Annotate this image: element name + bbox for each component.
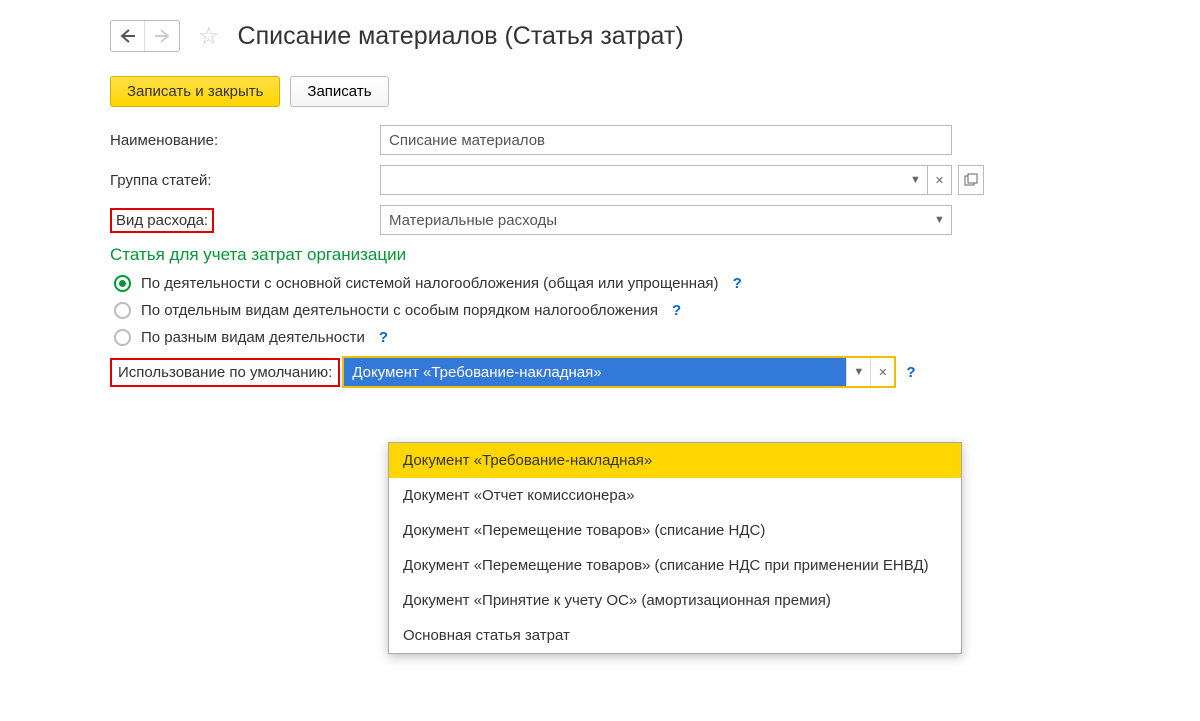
help-icon[interactable]: ? — [733, 275, 742, 292]
help-icon[interactable]: ? — [672, 302, 681, 319]
usage-label-wrap: Использование по умолчанию: — [110, 358, 340, 387]
usage-label: Использование по умолчанию: — [118, 364, 332, 381]
usage-value: Документ «Требование-накладная» — [352, 364, 601, 381]
dropdown-item[interactable]: Документ «Принятие к учету ОС» (амортиза… — [389, 583, 961, 618]
row-expense-type: Вид расхода: Материальные расходы ▼ — [110, 205, 1180, 235]
dropdown-item[interactable]: Документ «Перемещение товаров» (списание… — [389, 548, 961, 583]
usage-dropdown-btn[interactable]: ▼ — [846, 358, 870, 386]
save-close-button[interactable]: Записать и закрыть — [110, 76, 280, 107]
section-title: Статья для учета затрат организации — [110, 245, 1180, 265]
group-input[interactable] — [380, 165, 904, 195]
page-title: Списание материалов (Статья затрат) — [238, 22, 684, 51]
expense-type-label-wrap: Вид расхода: — [110, 208, 380, 233]
group-label: Группа статей: — [110, 172, 380, 189]
row-usage: Использование по умолчанию: Документ «Тр… — [110, 356, 1180, 388]
radio-1-label: По деятельности с основной системой нало… — [141, 275, 719, 292]
dropdown-item[interactable]: Документ «Отчет комиссионера» — [389, 478, 961, 513]
radio-2[interactable] — [114, 302, 131, 319]
dropdown-item[interactable]: Документ «Требование-накладная» — [389, 443, 961, 478]
radio-row-1: По деятельности с основной системой нало… — [110, 275, 1180, 292]
favorite-star-icon[interactable]: ☆ — [198, 22, 220, 51]
name-label: Наименование: — [110, 132, 380, 149]
dropdown-item[interactable]: Основная статья затрат — [389, 618, 961, 653]
expense-type-input[interactable]: Материальные расходы — [380, 205, 928, 235]
group-dropdown-btn[interactable]: ▼ — [904, 165, 928, 195]
row-group: Группа статей: ▼ ✕ — [110, 165, 1180, 195]
forward-button[interactable] — [145, 21, 179, 51]
radio-row-3: По разным видам деятельности ? — [110, 329, 1180, 346]
group-input-wrap: ▼ ✕ — [380, 165, 952, 195]
usage-clear-btn[interactable]: ✕ — [870, 358, 894, 386]
usage-input[interactable]: Документ «Требование-накладная» — [344, 358, 846, 386]
toolbar: Записать и закрыть Записать — [110, 76, 1180, 107]
back-button[interactable] — [111, 21, 145, 51]
radio-3[interactable] — [114, 329, 131, 346]
help-icon[interactable]: ? — [906, 364, 915, 381]
usage-input-wrap: Документ «Требование-накладная» ▼ ✕ — [342, 356, 896, 388]
help-icon[interactable]: ? — [379, 329, 388, 346]
name-input[interactable] — [380, 125, 952, 155]
save-button[interactable]: Записать — [290, 76, 388, 107]
radio-2-label: По отдельным видам деятельности с особым… — [141, 302, 658, 319]
radio-row-2: По отдельным видам деятельности с особым… — [110, 302, 1180, 319]
expense-type-label: Вид расхода: — [110, 208, 214, 233]
expense-type-input-wrap: Материальные расходы ▼ — [380, 205, 952, 235]
radio-3-label: По разным видам деятельности — [141, 329, 365, 346]
dropdown-item[interactable]: Документ «Перемещение товаров» (списание… — [389, 513, 961, 548]
header-row: ☆ Списание материалов (Статья затрат) — [110, 20, 1180, 52]
row-name: Наименование: — [110, 125, 1180, 155]
group-clear-btn[interactable]: ✕ — [928, 165, 952, 195]
expense-type-dropdown-btn[interactable]: ▼ — [928, 205, 952, 235]
usage-dropdown-list: Документ «Требование-накладная» Документ… — [388, 442, 962, 654]
nav-buttons — [110, 20, 180, 52]
group-open-btn[interactable] — [958, 165, 984, 195]
radio-1[interactable] — [114, 275, 131, 292]
